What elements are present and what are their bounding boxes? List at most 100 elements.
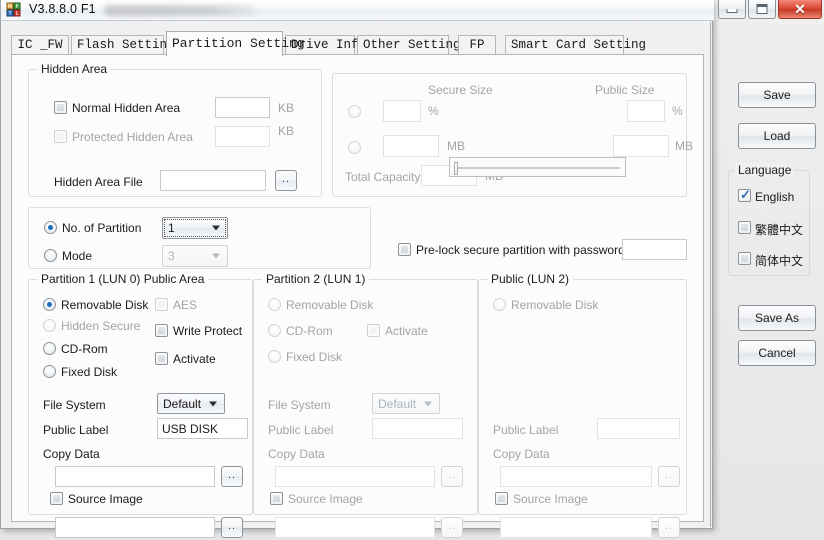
- input-public-public-label[interactable]: [597, 418, 680, 439]
- input-p1-public-label[interactable]: USB DISK: [157, 418, 248, 439]
- application-window: M P T L V3.8.8.0 F1 IC _FW Flash Setting P…: [0, 0, 714, 538]
- dropdown-no-of-partition[interactable]: 1: [162, 217, 228, 239]
- radio-mode[interactable]: [44, 249, 57, 262]
- dropdown-p1-file-system-value: Default: [163, 396, 202, 411]
- maximize-button[interactable]: [748, 0, 776, 19]
- browse-public-source-image-button[interactable]: ..: [658, 517, 680, 538]
- radio-no-of-partition[interactable]: [44, 221, 57, 234]
- radio-p1-fixed-disk[interactable]: [43, 365, 56, 378]
- chevron-down-icon: [212, 225, 220, 231]
- input-public-copy-data[interactable]: [500, 466, 652, 487]
- chevron-down-icon: [212, 253, 220, 259]
- input-p1-copy-data[interactable]: [55, 466, 215, 487]
- unit-public-mb: MB: [675, 139, 693, 153]
- label-p1-fixed-disk: Fixed Disk: [61, 365, 118, 379]
- label-p1-file-system: File System: [43, 398, 106, 412]
- input-p2-copy-data[interactable]: [275, 466, 435, 487]
- label-mode: Mode: [62, 249, 93, 263]
- label-p1-aes: AES: [173, 298, 198, 312]
- checkbox-p2-activate[interactable]: [367, 324, 380, 337]
- checkbox-p2-source-image[interactable]: [270, 492, 283, 505]
- browse-p2-copy-data-button[interactable]: ..: [441, 466, 463, 487]
- unit-secure-percent: %: [428, 104, 439, 118]
- input-p2-source-image[interactable]: [275, 517, 435, 538]
- group-hidden-area: Hidden Area Normal Hidden Area KB Protec…: [28, 62, 322, 197]
- secure-size-slider[interactable]: [449, 157, 626, 177]
- tab-fp[interactable]: FP: [458, 35, 496, 55]
- checkbox-p1-activate[interactable]: [155, 352, 168, 365]
- label-p2-public-label: Public Label: [268, 423, 334, 437]
- input-prelock-password[interactable]: [622, 239, 687, 260]
- language-legend: Language: [735, 163, 795, 177]
- group-public-lun2: Public (LUN 2) Removable Disk Public Lab…: [478, 272, 687, 538]
- input-p1-source-image[interactable]: [55, 517, 215, 538]
- dropdown-p1-file-system[interactable]: Default: [157, 393, 225, 414]
- radio-p1-hidden-secure[interactable]: [43, 319, 56, 332]
- minimize-icon: [726, 9, 738, 14]
- label-language-traditional-chinese: 繁體中文: [755, 223, 804, 237]
- unit-normal-hidden-area: KB: [278, 101, 295, 115]
- checkbox-public-source-image[interactable]: [495, 492, 508, 505]
- cancel-button[interactable]: Cancel: [738, 340, 816, 366]
- input-secure-size-percent[interactable]: [383, 100, 421, 122]
- label-p1-write-protect: Write Protect: [173, 324, 243, 338]
- label-secure-size: Secure Size: [428, 83, 493, 97]
- label-hidden-area-file: Hidden Area File: [54, 175, 143, 189]
- browse-p1-copy-data-button[interactable]: ..: [221, 466, 243, 487]
- close-button[interactable]: ✕: [778, 0, 822, 19]
- save-button[interactable]: Save: [738, 82, 816, 108]
- label-p2-source-image: Source Image: [288, 492, 363, 506]
- browse-public-copy-data-button[interactable]: ..: [658, 466, 680, 487]
- input-public-size-mb[interactable]: [613, 135, 669, 157]
- label-language-simplified-chinese: 简体中文: [755, 254, 804, 268]
- input-secure-size-mb[interactable]: [383, 135, 439, 157]
- checkbox-p1-aes[interactable]: [155, 298, 168, 311]
- label-p2-fixed-disk: Fixed Disk: [286, 350, 343, 364]
- browse-p1-source-image-button[interactable]: ..: [221, 517, 243, 538]
- tab-partition-setting[interactable]: Partition Setting: [166, 31, 305, 56]
- input-hidden-area-file[interactable]: [160, 170, 266, 191]
- group-partition-mode: No. of Partition 1 Mode 3: [28, 207, 371, 269]
- radio-size-percent[interactable]: [348, 105, 361, 118]
- save-as-button[interactable]: Save As: [738, 305, 816, 331]
- radio-size-mb[interactable]: [348, 141, 361, 154]
- checkbox-prelock-secure-partition[interactable]: [398, 243, 411, 256]
- radio-p2-cd-rom[interactable]: [268, 324, 281, 337]
- checkbox-p1-source-image[interactable]: [50, 492, 63, 505]
- input-p2-public-label[interactable]: [372, 418, 463, 439]
- load-button[interactable]: Load: [738, 123, 816, 149]
- dropdown-p2-file-system[interactable]: Default: [372, 393, 440, 414]
- checkbox-language-traditional-chinese[interactable]: [738, 221, 751, 234]
- browse-hidden-area-file-button[interactable]: ..: [275, 170, 297, 191]
- chevron-down-icon: [424, 401, 432, 406]
- checkbox-p1-write-protect[interactable]: [155, 324, 168, 337]
- label-normal-hidden-area: Normal Hidden Area: [72, 101, 181, 115]
- input-protected-hidden-area-size[interactable]: [215, 126, 270, 147]
- label-p1-activate: Activate: [173, 352, 216, 366]
- minimize-button[interactable]: [718, 0, 746, 19]
- slider-thumb[interactable]: [454, 162, 458, 175]
- browse-p2-source-image-button[interactable]: ..: [441, 517, 463, 538]
- input-public-source-image[interactable]: [500, 517, 652, 538]
- radio-p2-fixed-disk[interactable]: [268, 350, 281, 363]
- input-public-size-percent[interactable]: [627, 100, 665, 122]
- checkbox-language-simplified-chinese[interactable]: [738, 252, 751, 265]
- dropdown-mode[interactable]: 3: [162, 245, 228, 267]
- checkbox-normal-hidden-area[interactable]: [54, 101, 67, 114]
- unit-protected-hidden-area: KB: [278, 124, 295, 138]
- radio-p1-removable-disk[interactable]: [43, 298, 56, 311]
- label-p1-public-label: Public Label: [43, 423, 109, 437]
- label-p1-hidden-secure: Hidden Secure: [61, 319, 141, 333]
- tab-flash-setting[interactable]: Flash Setting: [71, 35, 175, 55]
- radio-p1-cd-rom[interactable]: [43, 342, 56, 355]
- svg-text:L: L: [16, 11, 19, 17]
- input-normal-hidden-area-size[interactable]: [215, 97, 270, 118]
- radio-p2-removable-disk[interactable]: [268, 298, 281, 311]
- tab-ic-fw[interactable]: IC _FW: [11, 35, 69, 55]
- tab-other-setting[interactable]: Other Setting: [357, 35, 461, 55]
- tab-smart-card-setting[interactable]: Smart Card Setting: [505, 35, 646, 55]
- checkbox-protected-hidden-area[interactable]: [54, 130, 67, 143]
- checkbox-language-english[interactable]: [738, 187, 752, 203]
- radio-public-removable-disk[interactable]: [493, 298, 506, 311]
- label-language-english: English: [755, 190, 795, 204]
